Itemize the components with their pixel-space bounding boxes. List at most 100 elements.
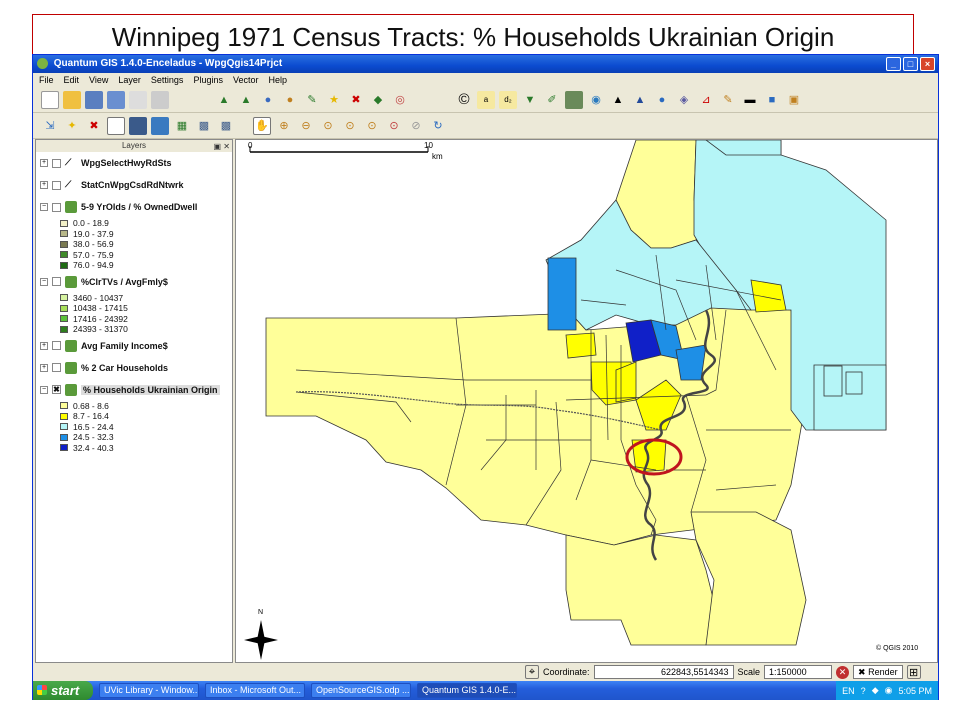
layer-visibility-checkbox[interactable] bbox=[52, 158, 61, 168]
window-titlebar[interactable]: Quantum GIS 1.4.0-Enceladus - WpgQgis14P… bbox=[33, 55, 938, 73]
save-as-icon[interactable] bbox=[107, 90, 125, 109]
zoom-next-icon[interactable]: ⊘ bbox=[407, 117, 425, 135]
add-wfs-icon[interactable]: ◆ bbox=[369, 91, 387, 109]
add-vector-icon[interactable]: ▲ bbox=[215, 91, 233, 109]
select-features-icon[interactable]: ✦ bbox=[63, 117, 81, 135]
render-checkbox[interactable]: ✖ Render bbox=[853, 665, 903, 679]
layer-visibility-checkbox[interactable] bbox=[52, 202, 61, 212]
add-postgis-icon[interactable]: ● bbox=[259, 91, 277, 109]
layer-visibility-checkbox[interactable] bbox=[52, 277, 61, 286]
menu-help[interactable]: Help bbox=[268, 73, 287, 87]
open-project-icon[interactable] bbox=[63, 90, 81, 109]
census-tract-pocket-n[interactable] bbox=[565, 332, 597, 359]
coordinate-field[interactable]: 622843,5514343 bbox=[593, 665, 734, 679]
plugin-manager-icon[interactable]: ◈ bbox=[675, 91, 693, 109]
new-project-icon[interactable] bbox=[41, 90, 59, 109]
task-quantum-gis[interactable]: Quantum GIS 1.4.0-E... bbox=[417, 683, 517, 698]
map-tips-icon[interactable]: ▦ bbox=[173, 117, 191, 135]
task-inbox[interactable]: Inbox - Microsoft Out... bbox=[205, 683, 305, 698]
minimize-button[interactable]: _ bbox=[886, 57, 901, 71]
menu-edit[interactable]: Edit bbox=[64, 73, 80, 87]
layer-row[interactable]: − %ClrTVs / AvgFmly$ bbox=[36, 271, 232, 293]
add-raster-icon[interactable]: ▲ bbox=[237, 91, 255, 109]
census-tract-pocket-ne[interactable] bbox=[750, 279, 787, 313]
layer-visibility-checkbox[interactable] bbox=[52, 363, 61, 372]
zoom-to-layer-icon[interactable]: ⊙ bbox=[363, 117, 381, 135]
identify-icon[interactable]: ⇲ bbox=[41, 117, 59, 135]
layer-row[interactable]: + ⟋ StatCnWpgCsdRdNtwrk bbox=[36, 174, 232, 196]
remove-layer-icon[interactable]: ✖ bbox=[347, 91, 365, 109]
stop-render-icon[interactable]: ✕ bbox=[836, 665, 850, 679]
menu-settings[interactable]: Settings bbox=[151, 73, 184, 87]
deselect-icon[interactable]: ✖ bbox=[85, 117, 103, 135]
bookmark-icon[interactable]: ▩ bbox=[195, 117, 213, 135]
layer-row[interactable]: − 5-9 YrOlds / % OwnedDwell bbox=[36, 196, 232, 218]
measure-area-icon[interactable] bbox=[151, 116, 169, 135]
map-canvas[interactable]: 0 10 km N © QGIS 2010 bbox=[235, 139, 938, 663]
coordinate-toggle-icon[interactable]: ⌖ bbox=[525, 665, 539, 679]
zoom-in-icon[interactable]: ⊕ bbox=[275, 117, 293, 135]
add-spatialite-icon[interactable]: ● bbox=[281, 91, 299, 109]
task-uvic-library[interactable]: UVic Library - Window... bbox=[99, 683, 199, 698]
expand-toggle-icon[interactable]: + bbox=[40, 363, 48, 372]
map-svg[interactable]: 0 10 km N © QGIS 2010 bbox=[236, 140, 938, 663]
new-layer-icon[interactable]: ★ bbox=[325, 91, 343, 109]
zoom-last-icon[interactable]: ⊙ bbox=[385, 117, 403, 135]
projection-icon[interactable]: ⊞ bbox=[906, 665, 921, 679]
add-wms-icon[interactable]: ✎ bbox=[303, 91, 321, 109]
layer-visibility-checkbox[interactable] bbox=[52, 180, 61, 190]
show-bookmarks-icon[interactable]: ▩ bbox=[217, 117, 235, 135]
label-icon[interactable]: a bbox=[477, 90, 495, 109]
maximize-button[interactable]: □ bbox=[903, 57, 918, 71]
pan-icon[interactable]: ✋ bbox=[253, 116, 271, 135]
language-indicator[interactable]: EN bbox=[842, 686, 855, 696]
refresh-icon[interactable]: ↻ bbox=[429, 117, 447, 135]
zoom-full-icon[interactable]: ⊙ bbox=[319, 117, 337, 135]
help-icon[interactable]: ? bbox=[861, 686, 866, 696]
menu-file[interactable]: File bbox=[39, 73, 54, 87]
zoom-to-selection-icon[interactable]: ⊙ bbox=[341, 117, 359, 135]
attribute-table-icon[interactable] bbox=[107, 116, 125, 135]
census-tract-region-south[interactable] bbox=[565, 534, 717, 646]
expand-toggle-icon[interactable]: − bbox=[40, 203, 48, 211]
digitize-icon[interactable]: ▼ bbox=[521, 91, 539, 109]
zoom-out-icon[interactable]: ⊖ bbox=[297, 117, 315, 135]
expand-toggle-icon[interactable]: + bbox=[40, 159, 48, 167]
globe-icon[interactable]: ◉ bbox=[587, 91, 605, 109]
pdf-icon[interactable]: ⊿ bbox=[697, 91, 715, 109]
print-icon[interactable] bbox=[151, 90, 169, 109]
menu-view[interactable]: View bbox=[89, 73, 108, 87]
compass-icon[interactable]: ● bbox=[653, 91, 671, 109]
menu-plugins[interactable]: Plugins bbox=[193, 73, 223, 87]
close-button[interactable]: × bbox=[920, 57, 935, 71]
census-tract-east-box[interactable] bbox=[813, 364, 887, 431]
copyright-icon[interactable]: © bbox=[455, 91, 473, 109]
layer-row[interactable]: + % 2 Car Households bbox=[36, 357, 232, 379]
bus-icon[interactable]: ■ bbox=[763, 91, 781, 109]
layer-row[interactable]: + Avg Family Income$ bbox=[36, 335, 232, 357]
menu-layer[interactable]: Layer bbox=[118, 73, 141, 87]
label-2-icon[interactable]: d₂ bbox=[499, 90, 517, 109]
grid-icon[interactable] bbox=[565, 90, 583, 109]
overview-icon[interactable]: ◎ bbox=[391, 91, 409, 109]
expand-toggle-icon[interactable]: + bbox=[40, 181, 48, 189]
expand-toggle-icon[interactable]: − bbox=[40, 385, 48, 394]
expand-toggle-icon[interactable]: − bbox=[40, 277, 48, 286]
save-project-icon[interactable] bbox=[85, 90, 103, 109]
task-opensourcegis[interactable]: OpenSourceGIS.odp ... bbox=[311, 683, 411, 698]
print-composer-icon[interactable] bbox=[129, 90, 147, 109]
mountains-icon[interactable]: ▲ bbox=[609, 91, 627, 109]
layer-row[interactable]: − ✖ % Households Ukrainian Origin bbox=[36, 379, 232, 401]
north-arrow-icon[interactable]: ▲ bbox=[631, 91, 649, 109]
attribute-edit-icon[interactable]: ✎ bbox=[719, 91, 737, 109]
layer-row[interactable]: + ⟋ WpgSelectHwyRdSts bbox=[36, 152, 232, 174]
start-button[interactable]: start bbox=[33, 681, 93, 700]
expand-toggle-icon[interactable]: + bbox=[40, 341, 48, 350]
tray-volume-icon[interactable]: ◉ bbox=[885, 685, 893, 696]
scalebar-icon[interactable]: ▬ bbox=[741, 91, 759, 109]
census-tract-blue-west[interactable] bbox=[547, 257, 577, 331]
gps-icon[interactable]: ✐ bbox=[543, 91, 561, 109]
tray-network-icon[interactable]: ◆ bbox=[872, 685, 879, 696]
measure-icon[interactable] bbox=[129, 116, 147, 135]
layer-visibility-checkbox[interactable] bbox=[52, 341, 61, 350]
